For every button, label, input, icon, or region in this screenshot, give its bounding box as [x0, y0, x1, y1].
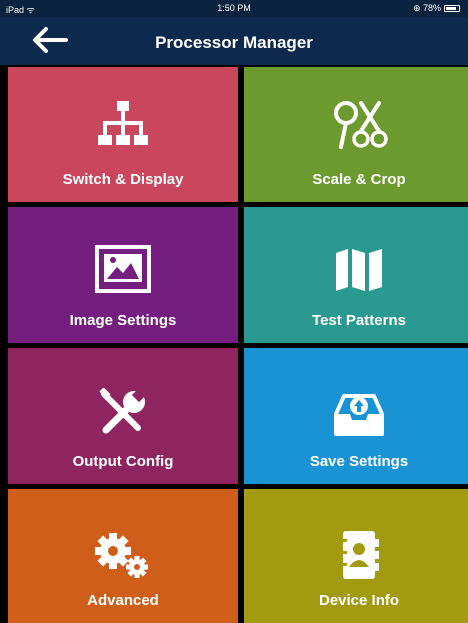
tile-label: Scale & Crop: [312, 171, 406, 188]
tile-advanced[interactable]: Advanced: [8, 489, 238, 623]
tile-label: Test Patterns: [312, 312, 406, 329]
nav-bar: Processor Manager: [0, 17, 468, 65]
tile-output-config[interactable]: Output Config: [8, 348, 238, 484]
tile-save-settings[interactable]: Save Settings: [244, 348, 468, 484]
battery-icon: [444, 5, 460, 12]
scissors-magnifier-icon: [334, 101, 388, 149]
status-bar: iPad ᯤ 1:50 PM ⊕ 78%: [0, 0, 468, 17]
tile-switch-display[interactable]: Switch & Display: [8, 67, 238, 202]
menu-grid: Switch & Display Scale & Crop Image Sett: [8, 67, 468, 623]
battery-label: ⊕ 78%: [412, 3, 441, 13]
tile-label: Output Config: [72, 453, 174, 470]
tile-device-info[interactable]: Device Info: [244, 489, 468, 623]
map-icon: [336, 249, 382, 291]
tile-label: Save Settings: [309, 453, 409, 470]
tile-label: Advanced: [87, 592, 159, 609]
status-time: 1:50 PM: [217, 3, 251, 13]
gears-icon: [95, 533, 148, 578]
page-title: Processor Manager: [155, 33, 313, 52]
inbox-upload-icon: [334, 394, 384, 436]
tools-icon: [99, 388, 147, 434]
tile-label: Image Settings: [69, 312, 177, 329]
tile-label: Device Info: [318, 592, 400, 609]
hierarchy-icon: [98, 101, 148, 145]
battery-indicator: ⊕ 78%: [413, 3, 460, 14]
picture-icon: [95, 245, 151, 293]
contacts-book-icon: [339, 531, 379, 579]
tile-image-settings[interactable]: Image Settings: [8, 207, 238, 343]
tile-scale-crop[interactable]: Scale & Crop: [244, 67, 468, 202]
tile-label: Switch & Display: [62, 171, 184, 188]
tile-test-patterns[interactable]: Test Patterns: [244, 207, 468, 343]
